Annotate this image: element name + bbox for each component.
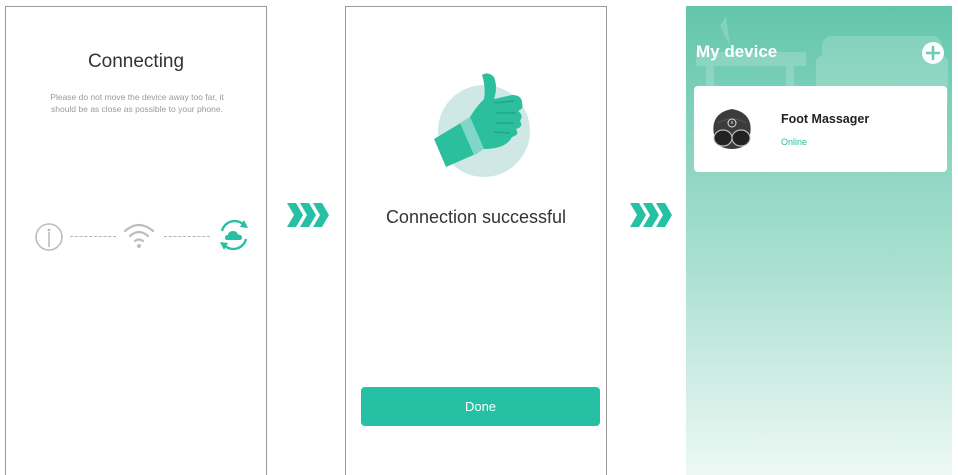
my-device-screen: My device Foot Massager Online: [686, 6, 952, 475]
plus-icon: [925, 45, 941, 61]
connecting-description: Please do not move the device away too f…: [50, 92, 224, 114]
connection-steps: [30, 215, 256, 259]
room-background: [686, 6, 952, 475]
cloud-sync-icon: [220, 219, 248, 251]
connecting-screen: Connecting Please do not move the device…: [5, 6, 267, 475]
success-screen: Connection successful Done: [345, 6, 607, 475]
connecting-title: Connecting: [87, 51, 185, 72]
device-name: Foot Massager: [781, 112, 870, 126]
wifi-icon: [123, 223, 155, 248]
device-card[interactable]: Foot Massager Online: [694, 86, 947, 172]
next-step-arrows-icon: [287, 203, 329, 227]
add-device-button[interactable]: [922, 42, 944, 64]
thumbs-up-icon: [434, 73, 530, 177]
step-connector: [70, 236, 116, 237]
success-message: Connection successful: [385, 207, 567, 227]
device-status: Online: [781, 137, 808, 147]
done-button[interactable]: Done: [361, 387, 600, 426]
page-title: My device: [696, 42, 778, 61]
foot-massager-icon: [713, 109, 751, 149]
step-connector: [164, 236, 210, 237]
next-step-arrows-icon: [630, 203, 672, 227]
device-icon: [35, 223, 63, 251]
